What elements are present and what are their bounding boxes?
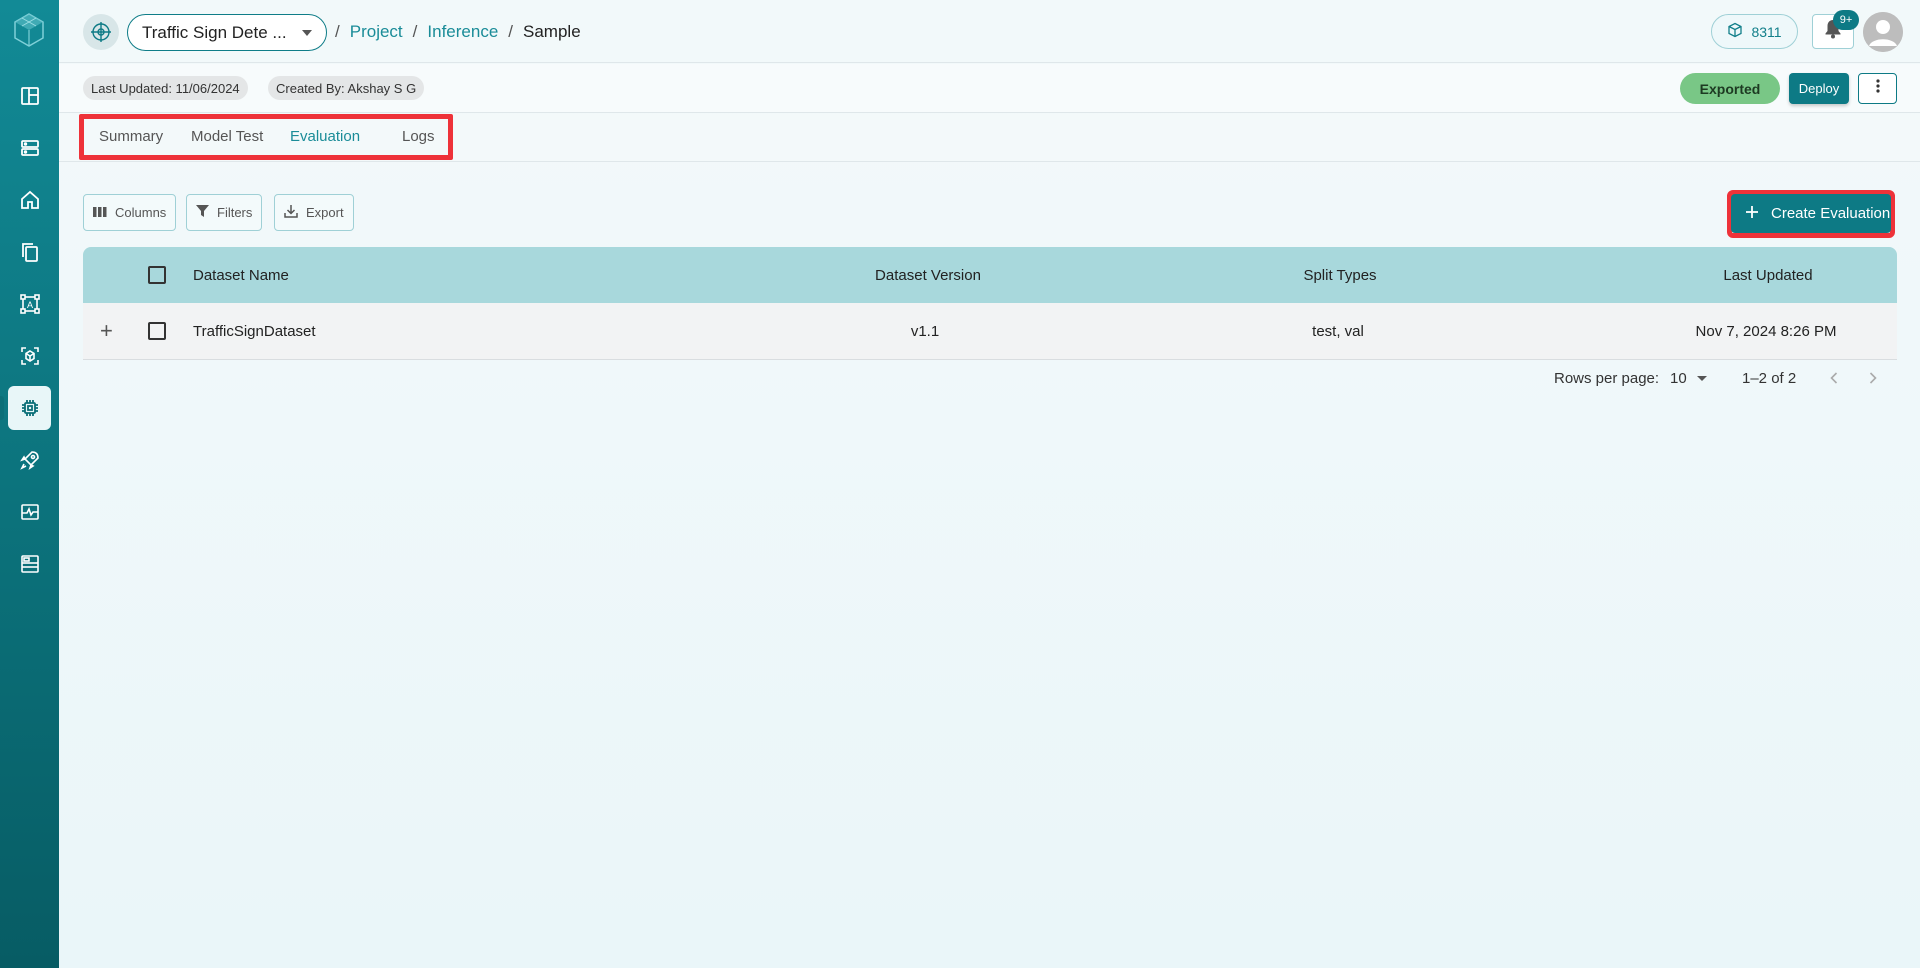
more-options-button[interactable] [1858, 73, 1897, 104]
cell-split-types: test, val [1312, 322, 1364, 340]
create-evaluation-label: Create Evaluation [1771, 205, 1891, 222]
breadcrumb-separator: / [508, 22, 514, 41]
tab-model-test[interactable]: Model Test [191, 128, 263, 145]
rows-per-page-select[interactable]: 10 [1670, 370, 1707, 387]
project-select[interactable]: Traffic Sign Dete ... [127, 14, 327, 51]
storage-icon[interactable] [8, 126, 51, 170]
tab-evaluation[interactable]: Evaluation [290, 128, 360, 145]
credits-button[interactable]: 8311 [1711, 14, 1798, 49]
row-checkbox[interactable] [148, 322, 166, 340]
rows-per-page-value: 10 [1670, 370, 1687, 387]
table-row[interactable]: + TrafficSignDataset v1.1 test, val Nov … [83, 303, 1897, 360]
created-by-chip: Created By: Akshay S G [268, 76, 425, 100]
top-header: Traffic Sign Dete ... / Project / Infere… [59, 0, 1920, 63]
filters-button[interactable]: Filters [186, 194, 263, 231]
notification-badge: 9+ [1833, 10, 1859, 30]
header-dataset-version[interactable]: Dataset Version [778, 247, 1078, 303]
breadcrumb-inference[interactable]: Inference [427, 22, 498, 42]
breadcrumb-separator: / [412, 22, 418, 41]
last-updated-chip: Last Updated: 11/06/2024 [83, 76, 248, 100]
header-last-updated[interactable]: Last Updated [1618, 247, 1918, 303]
breadcrumb-separator: / [335, 22, 340, 41]
status-badge: Exported [1680, 73, 1780, 104]
inference-icon[interactable] [0, 386, 51, 430]
svg-text:A: A [26, 300, 32, 310]
deploy-rocket-icon[interactable] [8, 438, 51, 482]
documents-icon[interactable] [8, 230, 51, 274]
export-button[interactable]: Export [274, 194, 354, 231]
header-split-types[interactable]: Split Types [1190, 247, 1490, 303]
tab-summary[interactable]: Summary [99, 128, 163, 145]
row-select-cell [148, 303, 166, 359]
evaluation-table: Dataset Name Dataset Version Split Types… [83, 247, 1897, 360]
filter-icon [196, 205, 209, 220]
breadcrumb-current: Sample [523, 22, 581, 41]
cell-last-updated: Nov 7, 2024 8:26 PM [1695, 322, 1837, 340]
monitoring-icon[interactable] [8, 490, 51, 534]
model-icon[interactable] [8, 334, 51, 378]
avatar[interactable] [1863, 12, 1903, 52]
annotation-icon[interactable]: A [8, 282, 51, 326]
select-all-cell [148, 247, 166, 303]
more-vertical-icon [1875, 79, 1880, 98]
tabs-bar: Summary Model Test Evaluation Logs [59, 114, 1920, 162]
chevron-down-icon [302, 30, 312, 36]
cell-dataset-version: v1.1 [910, 322, 940, 340]
columns-button[interactable]: Columns [83, 194, 177, 231]
select-all-checkbox[interactable] [148, 266, 166, 284]
meta-row: Last Updated: 11/06/2024 Created By: Aks… [59, 64, 1920, 113]
cube-icon [1727, 22, 1743, 41]
cube-logo-icon[interactable] [13, 12, 45, 48]
breadcrumb: / Project / Inference / Sample [335, 22, 581, 42]
rows-per-page-label: Rows per page: [1554, 370, 1660, 387]
previous-page-icon[interactable] [1824, 368, 1844, 388]
create-evaluation-button[interactable]: Create Evaluation [1731, 194, 1891, 233]
table-header: Dataset Name Dataset Version Split Types… [83, 247, 1897, 303]
expand-row-icon[interactable]: + [100, 303, 113, 359]
notifications-button[interactable]: 9+ [1812, 10, 1859, 49]
deploy-button[interactable]: Deploy [1789, 73, 1849, 104]
pagination-range: 1–2 of 2 [1742, 370, 1797, 387]
header-dataset-name[interactable]: Dataset Name [193, 247, 289, 303]
export-label: Export [306, 205, 344, 220]
project-select-value: Traffic Sign Dete ... [142, 22, 287, 42]
columns-label: Columns [115, 205, 167, 220]
cell-dataset-name: TrafficSignDataset [193, 322, 316, 340]
filters-label: Filters [217, 205, 253, 220]
columns-icon [93, 205, 107, 220]
tab-logs[interactable]: Logs [402, 128, 435, 145]
download-icon [284, 204, 298, 221]
plus-icon [1745, 205, 1759, 223]
chevron-down-icon [1696, 376, 1707, 381]
breadcrumb-project[interactable]: Project [350, 22, 403, 42]
next-page-icon[interactable] [1863, 368, 1883, 388]
dashboard-icon[interactable] [8, 74, 51, 118]
project-type-icon[interactable] [83, 14, 119, 50]
home-icon[interactable] [8, 178, 51, 222]
reports-icon[interactable] [8, 542, 51, 586]
sidebar: A [0, 0, 59, 968]
credits-value: 8311 [1751, 23, 1782, 40]
